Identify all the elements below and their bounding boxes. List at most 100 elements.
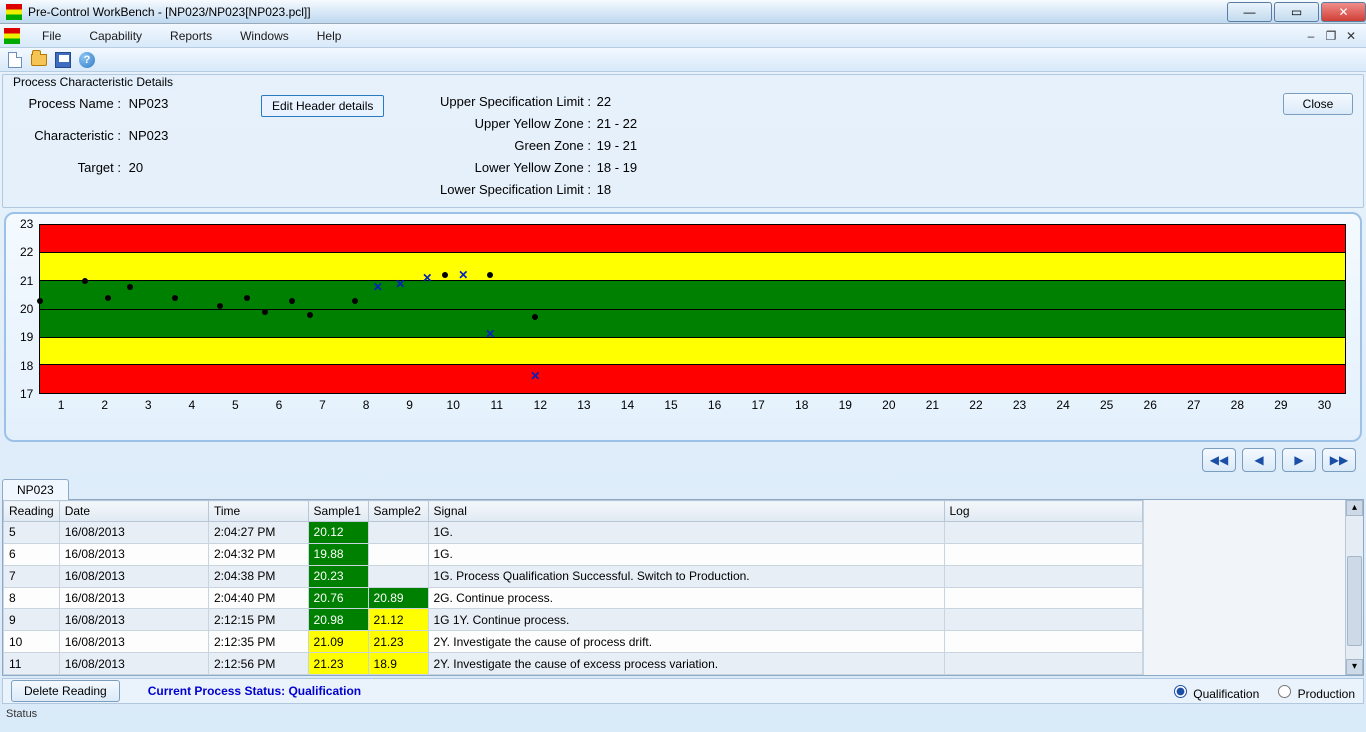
delete-reading-button[interactable]: Delete Reading [11, 680, 120, 702]
uyz-label: Upper Yellow Zone : [421, 113, 591, 135]
data-point [307, 312, 313, 318]
process-status-text: Current Process Status: Qualification [148, 684, 361, 698]
column-date[interactable]: Date [59, 501, 208, 522]
menu-reports[interactable]: Reports [156, 26, 226, 46]
menu-help[interactable]: Help [303, 26, 356, 46]
precontrol-chart: 23222120191817 ✕ ✕ ✕ ✕ ✕ ✕ 123456789101112131… [4, 212, 1362, 442]
edit-header-button[interactable]: Edit Header details [261, 95, 384, 117]
data-point: ✕ [485, 331, 495, 337]
column-sample1[interactable]: Sample1 [308, 501, 368, 522]
data-point [532, 314, 538, 320]
table-row[interactable]: 516/08/20132:04:27 PM20.121G. [4, 522, 1143, 544]
lsl-label: Lower Specification Limit : [421, 179, 591, 201]
lyz-value: 18 - 19 [597, 160, 637, 175]
usl-label: Upper Specification Limit : [421, 91, 591, 113]
data-point [217, 303, 223, 309]
toolbar: ? [0, 48, 1366, 72]
chart-y-axis: 23222120191817 [20, 224, 33, 394]
scroll-down-button[interactable]: ▾ [1346, 659, 1363, 675]
usl-value: 22 [597, 94, 611, 109]
data-point [127, 284, 133, 290]
table-row[interactable]: 816/08/20132:04:40 PM20.7620.892G. Conti… [4, 587, 1143, 609]
process-details-group: Process Characteristic Details Process N… [2, 74, 1364, 208]
data-point [244, 295, 250, 301]
tab-np023[interactable]: NP023 [2, 479, 69, 500]
data-point [37, 298, 43, 304]
scroll-thumb[interactable] [1347, 556, 1362, 646]
characteristic-value: NP023 [129, 128, 169, 143]
window-title-bar: Pre-Control WorkBench - [NP023/NP023[NP0… [0, 0, 1366, 24]
nav-next-button[interactable]: ▶ [1282, 448, 1316, 472]
data-point: ✕ [530, 373, 540, 379]
help-icon[interactable]: ? [78, 51, 96, 69]
characteristic-label: Characteristic : [11, 123, 121, 149]
column-reading[interactable]: Reading [4, 501, 60, 522]
close-button[interactable]: Close [1283, 93, 1353, 115]
menu-windows[interactable]: Windows [226, 26, 303, 46]
nav-prev-button[interactable]: ◀ [1242, 448, 1276, 472]
lyz-label: Lower Yellow Zone : [421, 157, 591, 179]
process-name-value: NP023 [129, 96, 169, 111]
data-point [172, 295, 178, 301]
table-row[interactable]: 916/08/20132:12:15 PM20.9821.121G 1Y. Co… [4, 609, 1143, 631]
zone-yellow-upper [40, 253, 1345, 281]
tab-strip: NP023 [2, 478, 1364, 500]
zone-yellow-lower [40, 337, 1345, 365]
chart-nav-buttons: ◀◀ ◀ ▶ ▶▶ [0, 448, 1356, 472]
chart-x-axis: 1234567891011121314151617181920212223242… [39, 394, 1346, 412]
menu-capability[interactable]: Capability [75, 26, 156, 46]
scroll-up-button[interactable]: ▴ [1346, 500, 1363, 516]
data-point [105, 295, 111, 301]
data-point [352, 298, 358, 304]
data-point: ✕ [422, 275, 432, 281]
menu-file[interactable]: File [28, 26, 75, 46]
column-time[interactable]: Time [208, 501, 308, 522]
gz-value: 19 - 21 [597, 138, 637, 153]
save-file-icon[interactable] [54, 51, 72, 69]
nav-first-button[interactable]: ◀◀ [1202, 448, 1236, 472]
mdi-close-button[interactable]: ✕ [1344, 29, 1358, 43]
details-legend: Process Characteristic Details [11, 75, 175, 89]
target-value: 20 [129, 160, 143, 175]
app-icon-small [4, 28, 20, 44]
data-point [442, 272, 448, 278]
zone-red-upper [40, 225, 1345, 253]
column-sample2[interactable]: Sample2 [368, 501, 428, 522]
nav-last-button[interactable]: ▶▶ [1322, 448, 1356, 472]
readings-grid: ReadingDateTimeSample1Sample2SignalLog 5… [2, 500, 1364, 676]
zone-red-lower [40, 365, 1345, 393]
table-row[interactable]: 616/08/20132:04:32 PM19.881G. [4, 543, 1143, 565]
data-point: ✕ [458, 272, 468, 278]
bottom-bar: Delete Reading Current Process Status: Q… [2, 678, 1364, 704]
data-point: ✕ [395, 281, 405, 287]
process-name-label: Process Name : [11, 91, 121, 117]
target-label: Target : [11, 155, 121, 181]
data-point [262, 309, 268, 315]
data-point [289, 298, 295, 304]
menu-bar: FileCapabilityReportsWindowsHelp – ❐ ✕ [0, 24, 1366, 48]
gz-label: Green Zone : [421, 135, 591, 157]
open-file-icon[interactable] [30, 51, 48, 69]
radio-qualification[interactable]: Qualification [1169, 682, 1259, 701]
grid-scrollbar[interactable]: ▴ ▾ [1345, 500, 1363, 675]
table-row[interactable]: 716/08/20132:04:38 PM20.231G. Process Qu… [4, 565, 1143, 587]
mdi-restore-button[interactable]: ❐ [1324, 29, 1338, 43]
app-icon [6, 4, 22, 20]
target-line [40, 309, 1345, 310]
window-title: Pre-Control WorkBench - [NP023/NP023[NP0… [28, 5, 311, 19]
column-signal[interactable]: Signal [428, 501, 944, 522]
data-point [487, 272, 493, 278]
minimize-button[interactable]: — [1227, 2, 1272, 22]
new-file-icon[interactable] [6, 51, 24, 69]
lsl-value: 18 [597, 182, 611, 197]
maximize-button[interactable]: ▭ [1274, 2, 1319, 22]
window-close-button[interactable]: ✕ [1321, 2, 1366, 22]
radio-production[interactable]: Production [1273, 682, 1355, 701]
mdi-minimize-button[interactable]: – [1304, 29, 1318, 43]
column-log[interactable]: Log [944, 501, 1143, 522]
table-row[interactable]: 1016/08/20132:12:35 PM21.0921.232Y. Inve… [4, 631, 1143, 653]
table-row[interactable]: 1116/08/20132:12:56 PM21.2318.92Y. Inves… [4, 653, 1143, 675]
data-point: ✕ [373, 284, 383, 290]
data-point [82, 278, 88, 284]
uyz-value: 21 - 22 [597, 116, 637, 131]
